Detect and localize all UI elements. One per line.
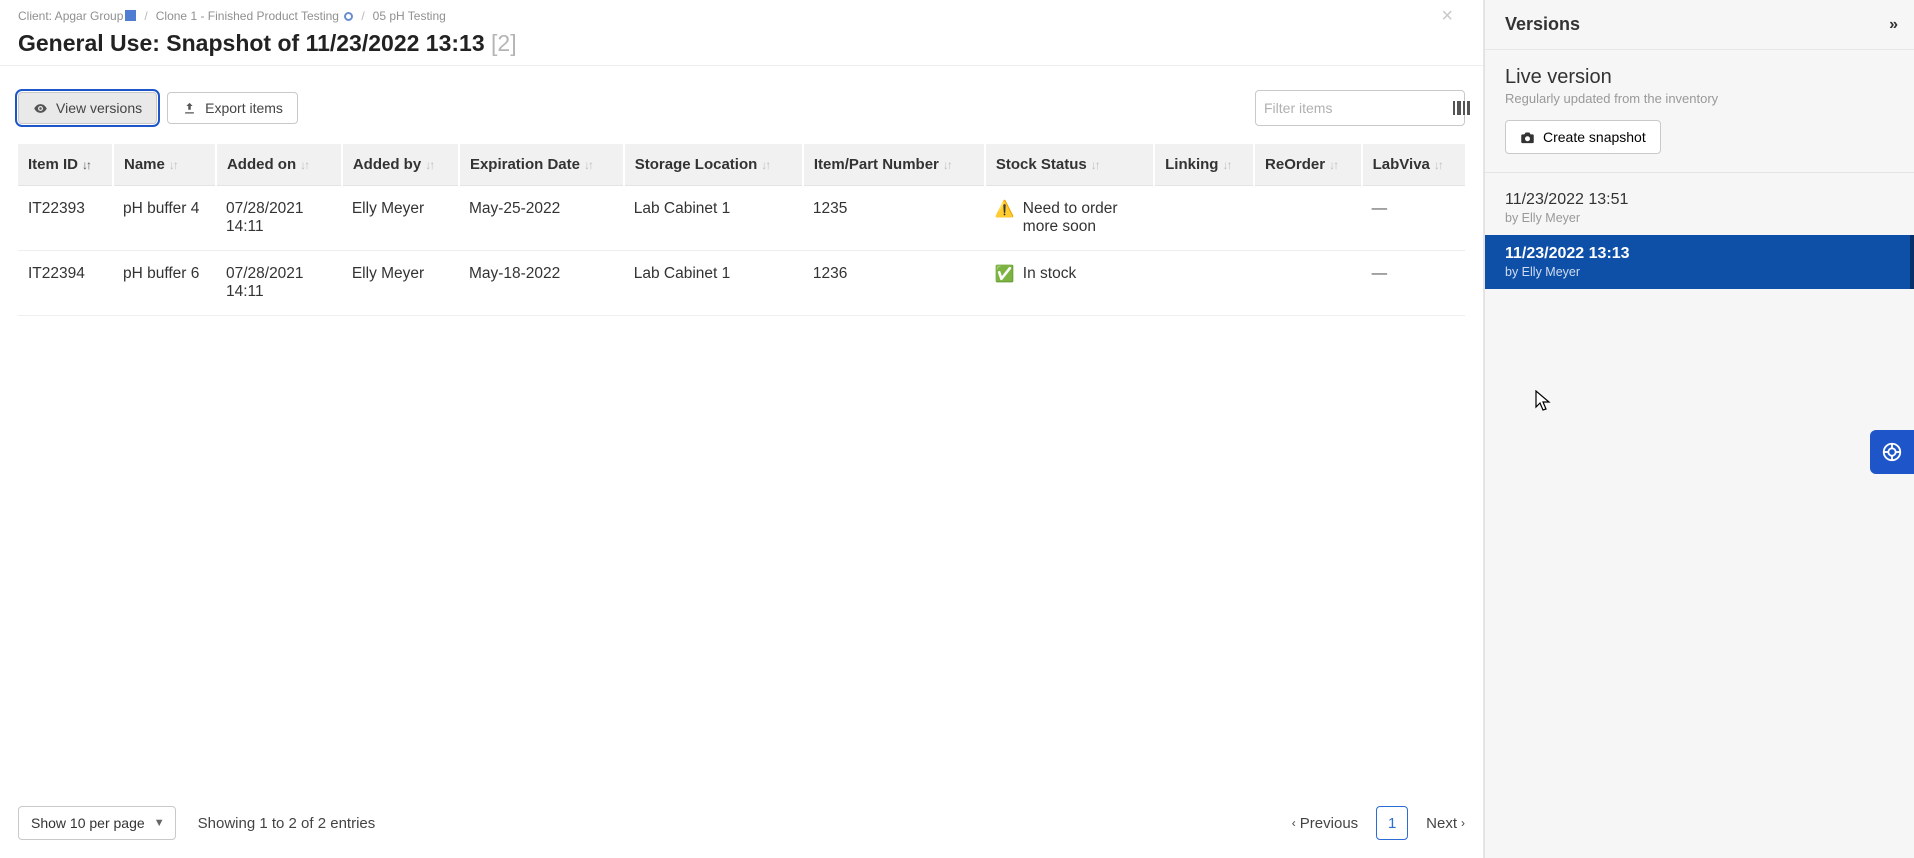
- cell-item-id: IT22393: [18, 186, 113, 251]
- live-version-title: Live version: [1505, 66, 1894, 89]
- table-row[interactable]: IT22394pH buffer 607/28/2021 14:11Elly M…: [18, 251, 1465, 316]
- version-timestamp: 11/23/2022 13:51: [1505, 191, 1894, 209]
- sort-icon: ↓↑: [761, 158, 769, 172]
- cell-stock: ⚠️Need to order more soon: [985, 186, 1154, 251]
- version-item[interactable]: 11/23/2022 13:51 by Elly Meyer: [1485, 181, 1914, 235]
- breadcrumb-project[interactable]: Clone 1 - Finished Product Testing: [156, 9, 354, 23]
- page-size-select[interactable]: Show 10 per page ▼: [18, 806, 176, 840]
- col-storage[interactable]: Storage Location↓↑: [624, 144, 803, 186]
- cell-linking: [1154, 251, 1254, 316]
- page-title: General Use: Snapshot of 11/23/2022 13:1…: [0, 28, 1483, 66]
- grid-icon: [125, 10, 136, 21]
- cell-name: pH buffer 6: [113, 251, 216, 316]
- cell-linking: [1154, 186, 1254, 251]
- sort-icon: ↓↑: [1434, 158, 1442, 172]
- version-item[interactable]: 11/23/2022 13:13 by Elly Meyer: [1485, 235, 1914, 289]
- chevron-down-icon: ▼: [154, 817, 165, 829]
- breadcrumb-separator: /: [144, 9, 147, 23]
- col-part-number[interactable]: Item/Part Number↓↑: [803, 144, 985, 186]
- cell-labviva: —: [1362, 251, 1465, 316]
- cell-reorder: [1254, 186, 1362, 251]
- version-list: 11/23/2022 13:51by Elly Meyer11/23/2022 …: [1485, 173, 1914, 297]
- live-version-subtitle: Regularly updated from the inventory: [1505, 91, 1894, 106]
- collapse-icon[interactable]: »: [1889, 16, 1894, 34]
- breadcrumb-page[interactable]: 05 pH Testing: [373, 9, 446, 23]
- next-button[interactable]: Next ›: [1426, 815, 1465, 832]
- breadcrumb: Client: Apgar Group / Clone 1 - Finished…: [0, 0, 1483, 28]
- stock-status-icon: ⚠️: [995, 200, 1015, 219]
- entries-info: Showing 1 to 2 of 2 entries: [198, 815, 376, 832]
- col-linking[interactable]: Linking↓↑: [1154, 144, 1254, 186]
- col-added-by[interactable]: Added by↓↑: [342, 144, 459, 186]
- breadcrumb-client[interactable]: Client: Apgar Group: [18, 9, 136, 23]
- sort-icon: ↓↑: [1091, 158, 1099, 172]
- page-number[interactable]: 1: [1376, 806, 1408, 840]
- cell-name: pH buffer 4: [113, 186, 216, 251]
- camera-icon: [1520, 130, 1535, 145]
- col-item-id[interactable]: Item ID↓↑: [18, 144, 113, 186]
- pagination: ‹ Previous 1 Next ›: [1292, 806, 1465, 840]
- sort-icon: ↓↑: [1222, 158, 1230, 172]
- table-row[interactable]: IT22393pH buffer 407/28/2021 14:11Elly M…: [18, 186, 1465, 251]
- sort-icon: ↓↑: [584, 158, 592, 172]
- col-expiration[interactable]: Expiration Date↓↑: [459, 144, 624, 186]
- cell-added-by: Elly Meyer: [342, 251, 459, 316]
- stock-status-icon: ✅: [995, 265, 1015, 284]
- sort-icon: ↓↑: [82, 158, 90, 172]
- sort-icon: ↓↑: [300, 158, 308, 172]
- cell-reorder: [1254, 251, 1362, 316]
- live-version-block[interactable]: Live version Regularly updated from the …: [1485, 50, 1914, 173]
- help-tab[interactable]: [1870, 430, 1914, 474]
- col-name[interactable]: Name↓↑: [113, 144, 216, 186]
- view-versions-button[interactable]: View versions: [18, 92, 157, 124]
- col-labviva[interactable]: LabViva↓↑: [1362, 144, 1465, 186]
- version-author: by Elly Meyer: [1505, 211, 1894, 225]
- cell-storage: Lab Cabinet 1: [624, 186, 803, 251]
- cell-expiration: May-25-2022: [459, 186, 624, 251]
- version-author: by Elly Meyer: [1505, 265, 1890, 279]
- cell-part-number: 1236: [803, 251, 985, 316]
- toolbar: View versions Export items: [0, 66, 1483, 144]
- create-snapshot-button[interactable]: Create snapshot: [1505, 120, 1661, 154]
- items-table: Item ID↓↑ Name↓↑ Added on↓↑ Added by↓↑ E…: [18, 144, 1465, 316]
- cell-item-id: IT22394: [18, 251, 113, 316]
- sort-icon: ↓↑: [943, 158, 951, 172]
- prev-button[interactable]: ‹ Previous: [1292, 815, 1358, 832]
- close-icon[interactable]: ×: [1441, 6, 1465, 26]
- cell-part-number: 1235: [803, 186, 985, 251]
- sidebar-title: Versions: [1505, 14, 1580, 35]
- cell-added-by: Elly Meyer: [342, 186, 459, 251]
- barcode-icon[interactable]: [1451, 101, 1470, 115]
- cell-stock: ✅In stock: [985, 251, 1154, 316]
- upload-icon: [182, 101, 197, 116]
- circle-icon: [344, 12, 353, 21]
- search-input-wrap[interactable]: [1255, 90, 1465, 126]
- cell-added-on: 07/28/2021 14:11: [216, 251, 342, 316]
- col-stock[interactable]: Stock Status↓↑: [985, 144, 1154, 186]
- breadcrumb-separator: /: [361, 9, 364, 23]
- cell-storage: Lab Cabinet 1: [624, 251, 803, 316]
- version-timestamp: 11/23/2022 13:13: [1505, 245, 1890, 263]
- cell-expiration: May-18-2022: [459, 251, 624, 316]
- eye-icon: [33, 101, 48, 116]
- sort-icon: ↓↑: [169, 158, 177, 172]
- sort-icon: ↓↑: [1329, 158, 1337, 172]
- table-footer: Show 10 per page ▼ Showing 1 to 2 of 2 e…: [0, 788, 1483, 858]
- sort-icon: ↓↑: [425, 158, 433, 172]
- export-items-button[interactable]: Export items: [167, 92, 298, 124]
- search-input[interactable]: [1264, 100, 1445, 116]
- versions-sidebar: Versions » Live version Regularly update…: [1484, 0, 1914, 858]
- col-added-on[interactable]: Added on↓↑: [216, 144, 342, 186]
- cell-added-on: 07/28/2021 14:11: [216, 186, 342, 251]
- lifebuoy-icon: [1881, 441, 1903, 463]
- col-reorder[interactable]: ReOrder↓↑: [1254, 144, 1362, 186]
- cell-labviva: —: [1362, 186, 1465, 251]
